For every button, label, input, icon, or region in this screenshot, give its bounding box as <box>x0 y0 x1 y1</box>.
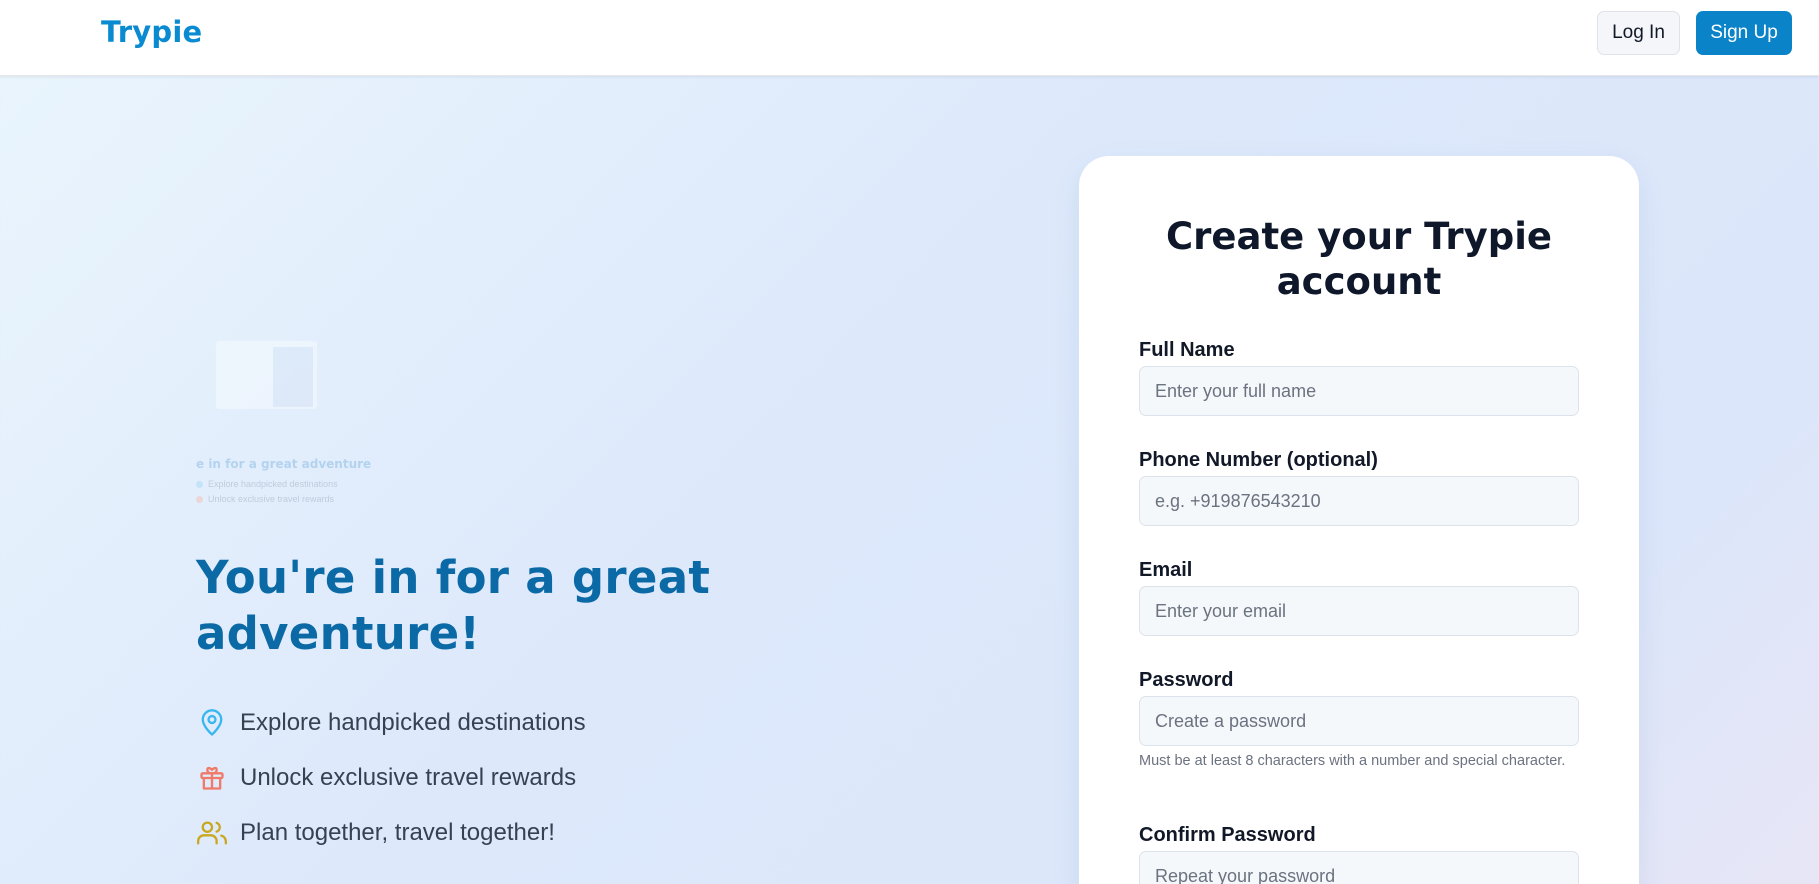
form-title: Create your Trypie account <box>1166 215 1552 303</box>
feature-item: Plan together, travel together! <box>196 816 555 850</box>
log-in-button[interactable]: Log In <box>1597 11 1680 55</box>
feature-label: Plan together, travel together! <box>240 819 555 846</box>
top-navbar: Trypie Log In Sign Up <box>0 0 1819 76</box>
gift-icon <box>196 762 228 794</box>
full-name-label: Full Name <box>1139 339 1235 361</box>
signup-card: Create your Trypie account Full Name Pho… <box>1079 156 1639 884</box>
thumbnail-row-label: Explore handpicked destinations <box>208 479 338 489</box>
confirm-password-label: Confirm Password <box>1139 824 1316 846</box>
phone-input[interactable] <box>1139 476 1579 526</box>
feature-item: Unlock exclusive travel rewards <box>196 761 576 795</box>
feature-label: Unlock exclusive travel rewards <box>240 764 577 791</box>
gift-icon <box>196 496 203 504</box>
preview-thumbnail: e in for a great adventure Explore handp… <box>196 335 378 515</box>
map-pin-icon <box>196 707 228 739</box>
sign-up-button[interactable]: Sign Up <box>1696 11 1792 55</box>
users-icon <box>196 817 228 849</box>
phone-label: Phone Number (optional) <box>1139 449 1378 471</box>
feature-label: Explore handpicked destinations <box>240 709 586 736</box>
map-pin-icon <box>196 481 203 489</box>
password-hint: Must be at least 8 characters with a num… <box>1139 753 1566 769</box>
trypie-logo[interactable]: Trypie <box>101 15 202 49</box>
confirm-password-input[interactable] <box>1139 851 1579 884</box>
email-label: Email <box>1139 559 1193 581</box>
full-name-input[interactable] <box>1139 366 1579 416</box>
feature-item: Explore handpicked destinations <box>196 706 586 740</box>
thumbnail-heading: e in for a great adventure <box>196 457 372 471</box>
hero-title: You're in for a great adventure! <box>196 551 711 660</box>
password-input[interactable] <box>1139 696 1579 746</box>
password-label: Password <box>1139 669 1234 691</box>
thumbnail-window <box>216 341 317 409</box>
thumbnail-row-label: Unlock exclusive travel rewards <box>208 494 335 504</box>
email-input[interactable] <box>1139 586 1579 636</box>
thumbnail-panel <box>273 347 313 407</box>
thumbnail-row: Explore handpicked destinations <box>196 479 338 489</box>
thumbnail-row: Unlock exclusive travel rewards <box>196 494 334 504</box>
